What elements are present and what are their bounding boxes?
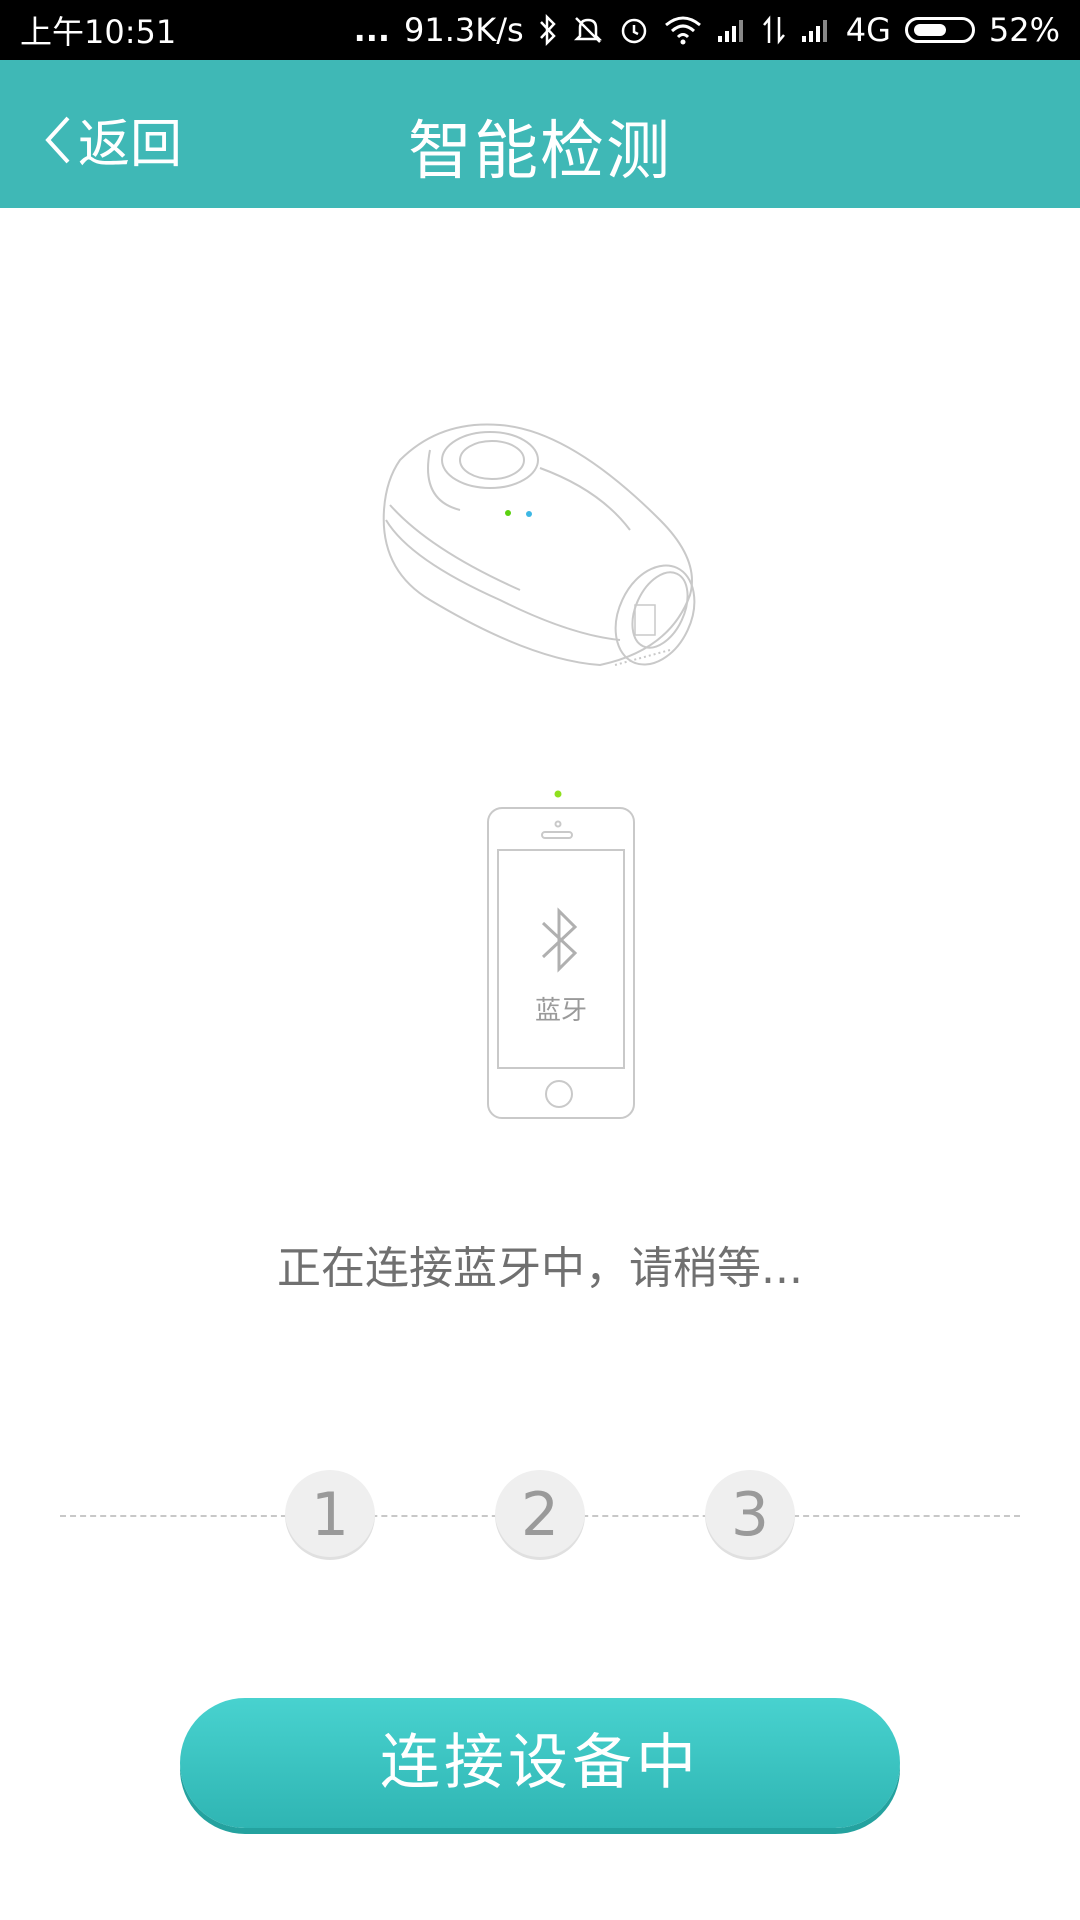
bluetooth-label: 蓝牙: [534, 996, 587, 1026]
step-1: 1: [285, 1470, 375, 1560]
status-bar: 上午10:51 ... 91.3K/s 4G 52%: [0, 0, 1080, 60]
wifi-icon: [664, 12, 702, 48]
signal-icon-2: [800, 12, 832, 48]
mute-icon: [572, 12, 604, 48]
step-2: 2: [495, 1470, 585, 1560]
signal-icon-1: [716, 12, 748, 48]
app-header: 返回 智能检测: [0, 60, 1080, 208]
bluetooth-icon: [541, 907, 578, 973]
step-indicator: 1 2 3: [0, 1470, 1080, 1560]
bluetooth-status-icon: [538, 12, 558, 48]
page-title: 智能检测: [408, 115, 672, 189]
connect-device-button[interactable]: 连接设备中: [180, 1698, 900, 1828]
data-transfer-icon: [762, 12, 786, 48]
network-type: 4G: [845, 11, 891, 49]
device-illustration: [370, 410, 710, 684]
alarm-icon: [618, 12, 650, 48]
network-speed: 91.3K/s: [404, 11, 524, 49]
status-time: 上午10:51: [20, 13, 177, 51]
connecting-message: 正在连接蓝牙中，请稍等...: [277, 1243, 803, 1294]
battery-icon: [904, 17, 975, 43]
phone-illustration: 蓝牙: [480, 780, 640, 1124]
battery-percent: 52%: [988, 11, 1060, 49]
status-dots: ...: [353, 11, 391, 49]
step-3: 3: [705, 1470, 795, 1560]
